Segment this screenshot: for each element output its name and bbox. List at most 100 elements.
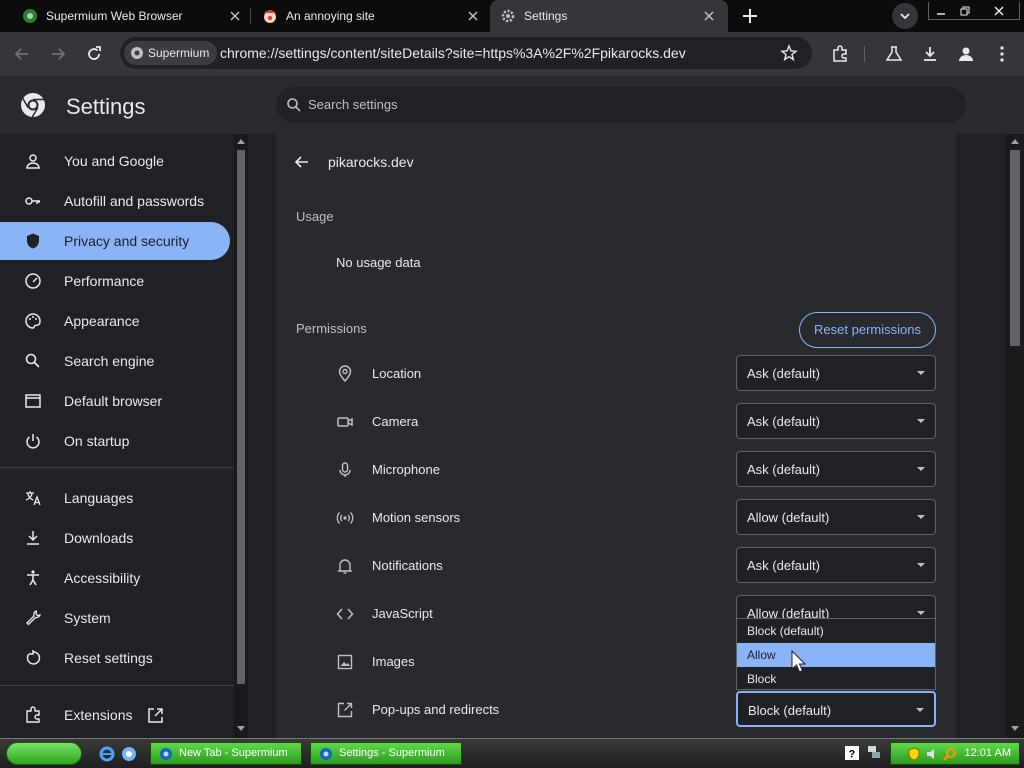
- tab-an-annoying-site[interactable]: An annoying site: [250, 0, 488, 32]
- popups-dropdown-list: Block (default) Allow Block: [736, 618, 936, 690]
- select-value: Ask (default): [747, 558, 820, 573]
- site-info-chip[interactable]: Supermium: [124, 41, 218, 65]
- back-arrow-icon[interactable]: [294, 154, 310, 170]
- network-icon[interactable]: [866, 744, 882, 760]
- tab-search-button[interactable]: [892, 3, 918, 29]
- dropdown-option[interactable]: Block (default): [737, 619, 935, 643]
- sidebar-item-label: You and Google: [64, 153, 164, 169]
- taskbar-window-settings[interactable]: Settings - Supermium: [310, 742, 462, 765]
- sidebar-item-downloads[interactable]: Downloads: [0, 519, 230, 557]
- sidebar-scrollbar[interactable]: [234, 134, 248, 738]
- forward-icon[interactable]: [48, 44, 68, 64]
- sidebar-item-label: Extensions: [64, 707, 133, 723]
- power-icon: [26, 434, 40, 449]
- sidebar-item-reset-settings[interactable]: Reset settings: [0, 639, 230, 677]
- search-placeholder: Search settings: [308, 97, 398, 112]
- reset-icon: [26, 650, 41, 665]
- main-scrollbar-thumb[interactable]: [1010, 150, 1020, 346]
- sidebar-item-performance[interactable]: Performance: [0, 262, 230, 300]
- system-tray: 12:01 AM: [890, 742, 1020, 765]
- accessibility-icon: [27, 570, 39, 586]
- gear-icon: [501, 9, 515, 23]
- scroll-up-arrow-icon[interactable]: [237, 138, 245, 144]
- sidebar-item-appearance[interactable]: Appearance: [0, 302, 230, 340]
- bookmark-star-icon[interactable]: [780, 44, 798, 62]
- address-bar[interactable]: Supermium chrome://settings/content/site…: [120, 37, 812, 69]
- help-icon[interactable]: ?: [845, 746, 859, 760]
- window-controls: [928, 2, 1020, 20]
- usage-value: No usage data: [336, 255, 421, 270]
- location-select[interactable]: Ask (default): [736, 355, 936, 391]
- browser-window-icon: [25, 394, 41, 408]
- extensions-puzzle-icon[interactable]: [830, 44, 850, 64]
- tab-supermium-web-browser[interactable]: Supermium Web Browser: [0, 0, 250, 32]
- permission-label: Microphone: [372, 462, 440, 477]
- scroll-up-arrow-icon[interactable]: [1011, 138, 1019, 144]
- permissions-heading: Permissions: [296, 321, 367, 336]
- supermium-favicon-icon: [23, 9, 37, 23]
- scroll-down-arrow-icon[interactable]: [1011, 726, 1019, 732]
- new-tab-icon[interactable]: [740, 6, 760, 26]
- labs-flask-icon[interactable]: [884, 44, 904, 64]
- dropdown-option-hovered[interactable]: Allow: [737, 643, 935, 667]
- download-icon[interactable]: [920, 44, 940, 64]
- close-tab-icon[interactable]: [228, 9, 242, 23]
- restore-icon[interactable]: [959, 5, 971, 17]
- back-icon[interactable]: [12, 44, 32, 64]
- sidebar-item-label: Search engine: [64, 353, 155, 369]
- toolbar-divider: [864, 46, 865, 62]
- scroll-down-arrow-icon[interactable]: [237, 726, 245, 732]
- sidebar-item-search-engine[interactable]: Search engine: [0, 342, 230, 380]
- select-value: Block (default): [748, 703, 832, 718]
- sidebar-item-accessibility[interactable]: Accessibility: [0, 559, 230, 597]
- close-window-icon[interactable]: [993, 5, 1005, 17]
- popups-select[interactable]: Block (default): [736, 691, 936, 727]
- sidebar-item-autofill[interactable]: Autofill and passwords: [0, 182, 230, 220]
- usage-heading: Usage: [296, 209, 334, 224]
- search-settings-input[interactable]: Search settings: [276, 87, 966, 123]
- taskbar-window-new-tab[interactable]: New Tab - Supermium: [150, 742, 302, 765]
- settings-sidebar: You and Google Autofill and passwords Pr…: [0, 134, 234, 738]
- microphone-select[interactable]: Ask (default): [736, 451, 936, 487]
- caret-down-icon: [917, 467, 925, 471]
- close-tab-icon[interactable]: [702, 9, 716, 23]
- speaker-icon[interactable]: [925, 747, 939, 761]
- reload-icon[interactable]: [84, 44, 104, 64]
- close-tab-icon[interactable]: [466, 9, 480, 23]
- camera-select[interactable]: Ask (default): [736, 403, 936, 439]
- browser-quicklaunch-icon[interactable]: [120, 745, 138, 763]
- sidebar-item-languages[interactable]: Languages: [0, 479, 230, 517]
- sidebar-item-on-startup[interactable]: On startup: [0, 422, 230, 460]
- more-menu-icon[interactable]: [992, 44, 1012, 64]
- sidebar-item-label: Accessibility: [64, 570, 141, 586]
- tab-title: Supermium Web Browser: [46, 9, 183, 23]
- sidebar-item-label: Downloads: [64, 530, 134, 546]
- select-value: Ask (default): [747, 414, 820, 429]
- wrench-icon: [26, 610, 42, 626]
- profile-avatar-icon[interactable]: [956, 44, 976, 64]
- tab-settings[interactable]: Settings: [490, 0, 728, 32]
- search-icon: [287, 98, 301, 112]
- reset-permissions-button[interactable]: Reset permissions: [799, 312, 936, 348]
- notifications-select[interactable]: Ask (default): [736, 547, 936, 583]
- sidebar-item-system[interactable]: System: [0, 599, 230, 637]
- sidebar-scrollbar-thumb[interactable]: [237, 150, 245, 684]
- start-button[interactable]: [6, 742, 82, 765]
- magnifier-tray-icon[interactable]: [943, 747, 957, 761]
- mouse-cursor-icon: [791, 650, 807, 673]
- minimize-icon[interactable]: [935, 5, 947, 17]
- sidebar-item-label: Performance: [64, 273, 145, 289]
- security-shield-icon[interactable]: [907, 747, 921, 761]
- dropdown-option[interactable]: Block: [737, 667, 935, 691]
- internet-explorer-icon[interactable]: [98, 745, 116, 763]
- sidebar-item-label: Reset settings: [64, 650, 153, 666]
- bell-icon: [337, 559, 353, 574]
- motion-sensors-select[interactable]: Allow (default): [736, 499, 936, 535]
- sidebar-item-you-and-google[interactable]: You and Google: [0, 142, 230, 180]
- sidebar-item-default-browser[interactable]: Default browser: [0, 382, 230, 420]
- sidebar-item-label: System: [64, 610, 111, 626]
- main-scrollbar[interactable]: [1006, 134, 1024, 738]
- sidebar-item-extensions[interactable]: Extensions: [0, 696, 230, 734]
- sidebar-item-privacy-and-security[interactable]: Privacy and security: [0, 222, 230, 260]
- taskbar-window-label: Settings - Supermium: [339, 747, 445, 759]
